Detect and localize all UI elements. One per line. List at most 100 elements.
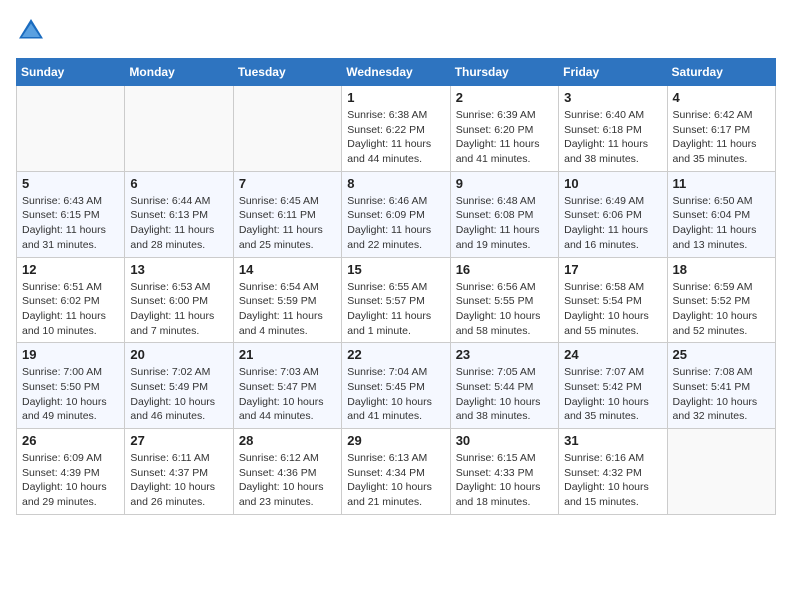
day-number: 29 [347,433,444,448]
day-info: Sunrise: 6:53 AM Sunset: 6:00 PM Dayligh… [130,280,227,339]
calendar-cell: 22 Sunrise: 7:04 AM Sunset: 5:45 PM Dayli… [342,343,450,429]
calendar-cell: 5Sunrise: 6:43 AM Sunset: 6:15 PM Daylig… [17,171,125,257]
weekday-header: Thursday [450,59,558,86]
day-number: 12 [22,262,119,277]
calendar-cell: 4 Sunrise: 6:42 AM Sunset: 6:17 PM Daylig… [667,86,775,172]
day-info: Sunrise: 6:43 AM Sunset: 6:15 PM Dayligh… [22,194,119,253]
calendar-cell: 2Sunrise: 6:39 AM Sunset: 6:20 PM Daylig… [450,86,558,172]
calendar-cell: 6 Sunrise: 6:44 AM Sunset: 6:13 PM Daylig… [125,171,233,257]
day-info: Sunrise: 6:42 AM Sunset: 6:17 PM Dayligh… [673,108,770,167]
day-info: Sunrise: 6:54 AM Sunset: 5:59 PM Dayligh… [239,280,336,339]
day-number: 25 [673,347,770,362]
day-number: 10 [564,176,661,191]
day-number: 17 [564,262,661,277]
calendar-cell: 1 Sunrise: 6:38 AM Sunset: 6:22 PM Daylig… [342,86,450,172]
day-info: Sunrise: 6:09 AM Sunset: 4:39 PM Dayligh… [22,451,119,510]
day-info: Sunrise: 6:44 AM Sunset: 6:13 PM Dayligh… [130,194,227,253]
calendar-week-row: 1 Sunrise: 6:38 AM Sunset: 6:22 PM Daylig… [17,86,776,172]
day-number: 3 [564,90,661,105]
calendar-cell: 9 Sunrise: 6:48 AM Sunset: 6:08 PM Daylig… [450,171,558,257]
day-info: Sunrise: 6:59 AM Sunset: 5:52 PM Dayligh… [673,280,770,339]
day-info: Sunrise: 6:50 AM Sunset: 6:04 PM Dayligh… [673,194,770,253]
page-header [16,16,776,46]
day-info: Sunrise: 6:16 AM Sunset: 4:32 PM Dayligh… [564,451,661,510]
day-info: Sunrise: 6:13 AM Sunset: 4:34 PM Dayligh… [347,451,444,510]
day-number: 16 [456,262,553,277]
calendar-cell: 3 Sunrise: 6:40 AM Sunset: 6:18 PM Daylig… [559,86,667,172]
day-number: 21 [239,347,336,362]
day-info: Sunrise: 6:11 AM Sunset: 4:37 PM Dayligh… [130,451,227,510]
calendar-cell: 7 Sunrise: 6:45 AM Sunset: 6:11 PM Daylig… [233,171,341,257]
day-number: 6 [130,176,227,191]
day-number: 18 [673,262,770,277]
calendar-cell: 26 Sunrise: 6:09 AM Sunset: 4:39 PM Dayli… [17,429,125,515]
weekday-header: Friday [559,59,667,86]
day-info: Sunrise: 7:07 AM Sunset: 5:42 PM Dayligh… [564,365,661,424]
day-number: 9 [456,176,553,191]
weekday-header: Tuesday [233,59,341,86]
day-number: 15 [347,262,444,277]
calendar-table: SundayMondayTuesdayWednesdayThursdayFrid… [16,58,776,515]
calendar-cell: 15 Sunrise: 6:55 AM Sunset: 5:57 PM Dayli… [342,257,450,343]
calendar-cell: 25 Sunrise: 7:08 AM Sunset: 5:41 PM Dayli… [667,343,775,429]
calendar-cell [233,86,341,172]
day-number: 1 [347,90,444,105]
calendar-week-row: 12Sunrise: 6:51 AM Sunset: 6:02 PM Dayli… [17,257,776,343]
day-info: Sunrise: 6:55 AM Sunset: 5:57 PM Dayligh… [347,280,444,339]
day-info: Sunrise: 7:04 AM Sunset: 5:45 PM Dayligh… [347,365,444,424]
calendar-cell: 21 Sunrise: 7:03 AM Sunset: 5:47 PM Dayli… [233,343,341,429]
calendar-cell: 17 Sunrise: 6:58 AM Sunset: 5:54 PM Dayli… [559,257,667,343]
weekday-header: Saturday [667,59,775,86]
calendar-cell: 12Sunrise: 6:51 AM Sunset: 6:02 PM Dayli… [17,257,125,343]
weekday-header: Sunday [17,59,125,86]
day-info: Sunrise: 6:56 AM Sunset: 5:55 PM Dayligh… [456,280,553,339]
calendar-week-row: 5Sunrise: 6:43 AM Sunset: 6:15 PM Daylig… [17,171,776,257]
day-info: Sunrise: 6:48 AM Sunset: 6:08 PM Dayligh… [456,194,553,253]
calendar-cell: 23 Sunrise: 7:05 AM Sunset: 5:44 PM Dayli… [450,343,558,429]
calendar-cell: 19 Sunrise: 7:00 AM Sunset: 5:50 PM Dayli… [17,343,125,429]
day-info: Sunrise: 7:03 AM Sunset: 5:47 PM Dayligh… [239,365,336,424]
day-number: 30 [456,433,553,448]
day-info: Sunrise: 6:38 AM Sunset: 6:22 PM Dayligh… [347,108,444,167]
logo [16,16,50,46]
weekday-header: Wednesday [342,59,450,86]
day-number: 26 [22,433,119,448]
day-number: 22 [347,347,444,362]
calendar-week-row: 26 Sunrise: 6:09 AM Sunset: 4:39 PM Dayli… [17,429,776,515]
day-info: Sunrise: 6:45 AM Sunset: 6:11 PM Dayligh… [239,194,336,253]
day-info: Sunrise: 7:08 AM Sunset: 5:41 PM Dayligh… [673,365,770,424]
day-number: 31 [564,433,661,448]
calendar-cell: 27Sunrise: 6:11 AM Sunset: 4:37 PM Dayli… [125,429,233,515]
calendar-cell: 18 Sunrise: 6:59 AM Sunset: 5:52 PM Dayli… [667,257,775,343]
day-info: Sunrise: 6:46 AM Sunset: 6:09 PM Dayligh… [347,194,444,253]
day-number: 11 [673,176,770,191]
logo-icon [16,16,46,46]
calendar-cell [17,86,125,172]
calendar-cell: 24Sunrise: 7:07 AM Sunset: 5:42 PM Dayli… [559,343,667,429]
calendar-cell: 29 Sunrise: 6:13 AM Sunset: 4:34 PM Dayli… [342,429,450,515]
calendar-cell [125,86,233,172]
day-number: 8 [347,176,444,191]
day-info: Sunrise: 7:05 AM Sunset: 5:44 PM Dayligh… [456,365,553,424]
calendar-cell: 8 Sunrise: 6:46 AM Sunset: 6:09 PM Daylig… [342,171,450,257]
calendar-header-row: SundayMondayTuesdayWednesdayThursdayFrid… [17,59,776,86]
day-number: 23 [456,347,553,362]
calendar-cell: 31 Sunrise: 6:16 AM Sunset: 4:32 PM Dayli… [559,429,667,515]
calendar-cell [667,429,775,515]
day-number: 19 [22,347,119,362]
day-number: 7 [239,176,336,191]
calendar-cell: 30 Sunrise: 6:15 AM Sunset: 4:33 PM Dayli… [450,429,558,515]
day-info: Sunrise: 6:40 AM Sunset: 6:18 PM Dayligh… [564,108,661,167]
day-info: Sunrise: 6:58 AM Sunset: 5:54 PM Dayligh… [564,280,661,339]
day-number: 2 [456,90,553,105]
day-number: 13 [130,262,227,277]
day-number: 28 [239,433,336,448]
day-info: Sunrise: 7:00 AM Sunset: 5:50 PM Dayligh… [22,365,119,424]
day-info: Sunrise: 6:49 AM Sunset: 6:06 PM Dayligh… [564,194,661,253]
calendar-cell: 10 Sunrise: 6:49 AM Sunset: 6:06 PM Dayli… [559,171,667,257]
day-number: 14 [239,262,336,277]
calendar-week-row: 19 Sunrise: 7:00 AM Sunset: 5:50 PM Dayli… [17,343,776,429]
weekday-header: Monday [125,59,233,86]
day-info: Sunrise: 6:15 AM Sunset: 4:33 PM Dayligh… [456,451,553,510]
day-number: 4 [673,90,770,105]
